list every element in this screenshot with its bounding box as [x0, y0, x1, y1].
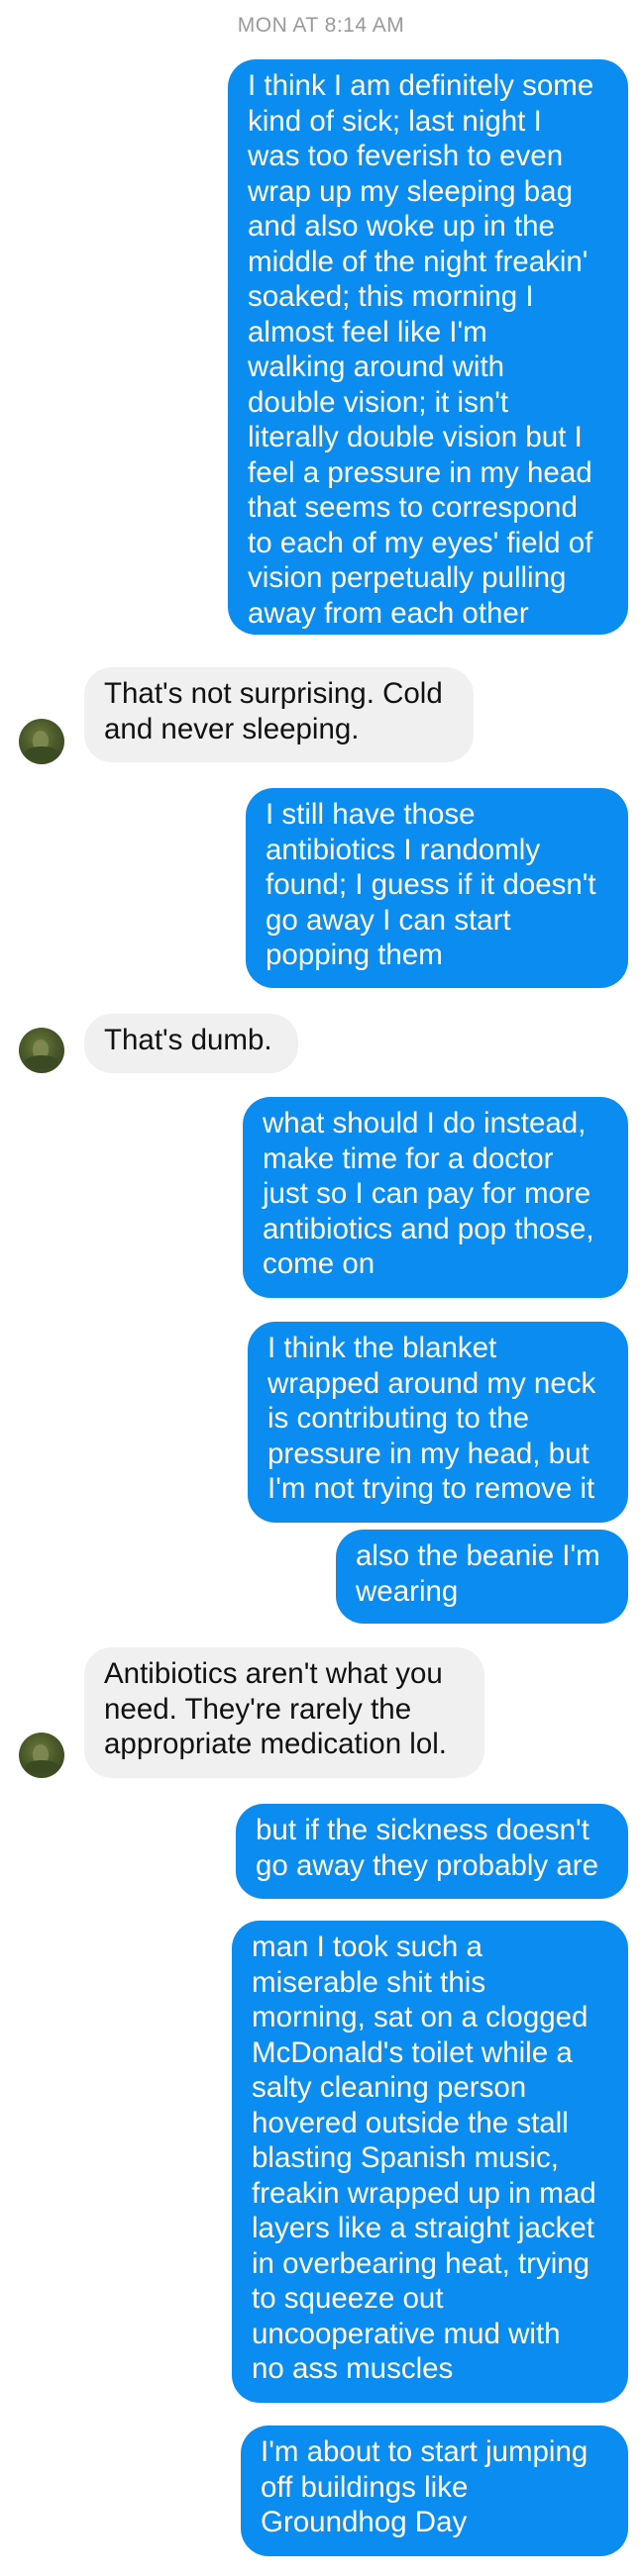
contact-avatar[interactable]: [19, 1733, 64, 1778]
received-message[interactable]: Antibiotics aren't what you need. They'r…: [84, 1647, 484, 1778]
sent-message[interactable]: but if the sickness doesn't go away they…: [236, 1804, 628, 1899]
sent-message[interactable]: I'm about to start jumping off buildings…: [241, 2426, 628, 2556]
sent-message[interactable]: man I took such a miserable shit this mo…: [232, 1921, 628, 2403]
contact-avatar[interactable]: [19, 1028, 64, 1073]
conversation-timestamp: MON AT 8:14 AM: [237, 14, 405, 37]
sent-message[interactable]: what should I do instead, make time for …: [243, 1097, 628, 1298]
received-message[interactable]: That's not surprising. Cold and never sl…: [84, 667, 474, 762]
sent-message[interactable]: I think the blanket wrapped around my ne…: [248, 1322, 628, 1523]
sent-message[interactable]: also the beanie I'm wearing: [336, 1530, 628, 1624]
sent-message[interactable]: I think I am definitely some kind of sic…: [228, 59, 628, 635]
received-message[interactable]: That's dumb.: [84, 1014, 298, 1073]
contact-avatar[interactable]: [19, 719, 64, 764]
sent-message[interactable]: I still have those antibiotics I randoml…: [246, 788, 628, 988]
